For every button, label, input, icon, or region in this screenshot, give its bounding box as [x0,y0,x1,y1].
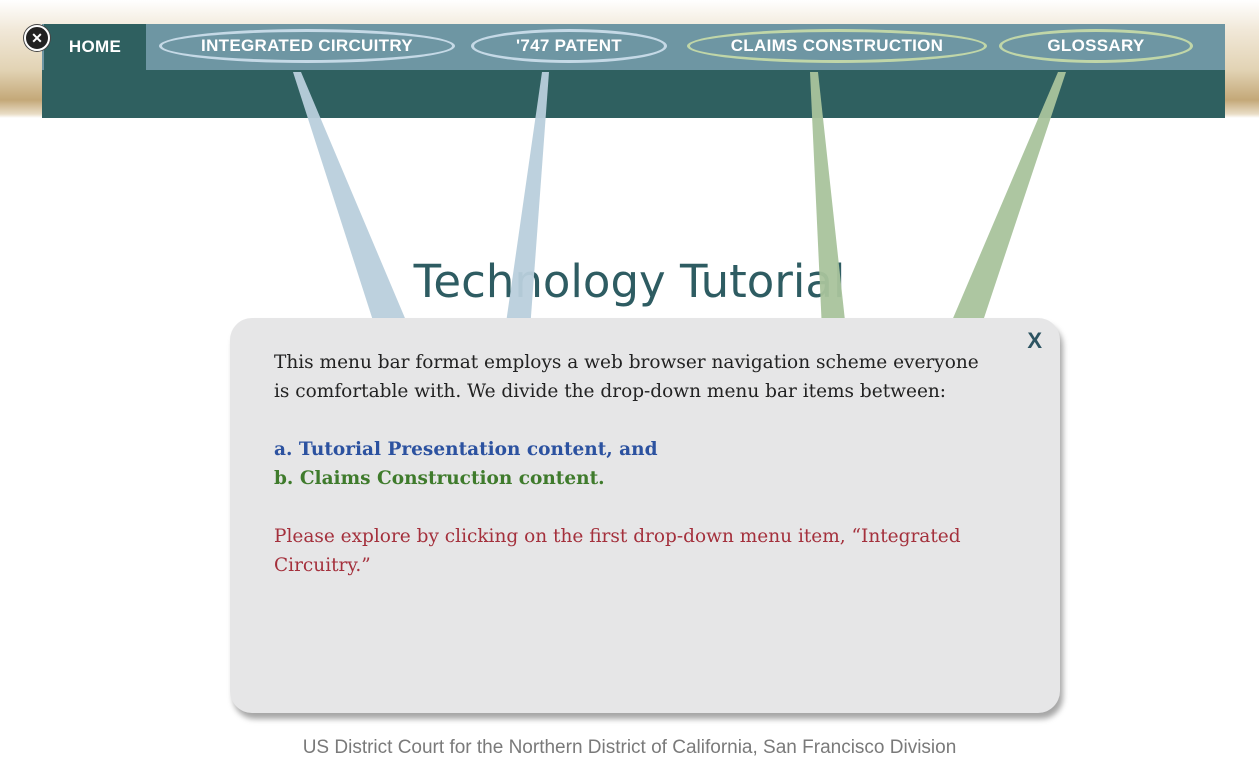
popup-content: This menu bar format employs a web brows… [274,348,994,580]
popup-item-b: b. Claims Construction content. [274,468,605,489]
popup-item-a: a. Tutorial Presentation content, and [274,439,658,460]
popup-intro-text: This menu bar format employs a web brows… [274,352,979,402]
tab-glossary[interactable]: GLOSSARY [999,29,1193,63]
page-title: Technology Tutorial [413,255,846,308]
tab-home[interactable]: HOME [44,24,146,70]
tab-integrated-circuitry[interactable]: INTEGRATED CIRCUITRY [159,29,455,63]
tab-747-patent[interactable]: '747 PATENT [471,29,667,63]
popup-close-button[interactable]: X [1027,328,1042,354]
footer-text: US District Court for the Northern Distr… [302,737,957,758]
popup-instruction-text: Please explore by clicking on the first … [274,526,961,576]
close-icon[interactable]: ✕ [24,25,50,51]
info-popup: X This menu bar format employs a web bro… [230,318,1060,713]
tab-claims-construction[interactable]: CLAIMS CONSTRUCTION [687,29,987,63]
menu-bar: HOME INTEGRATED CIRCUITRY '747 PATENT CL… [42,24,1225,118]
